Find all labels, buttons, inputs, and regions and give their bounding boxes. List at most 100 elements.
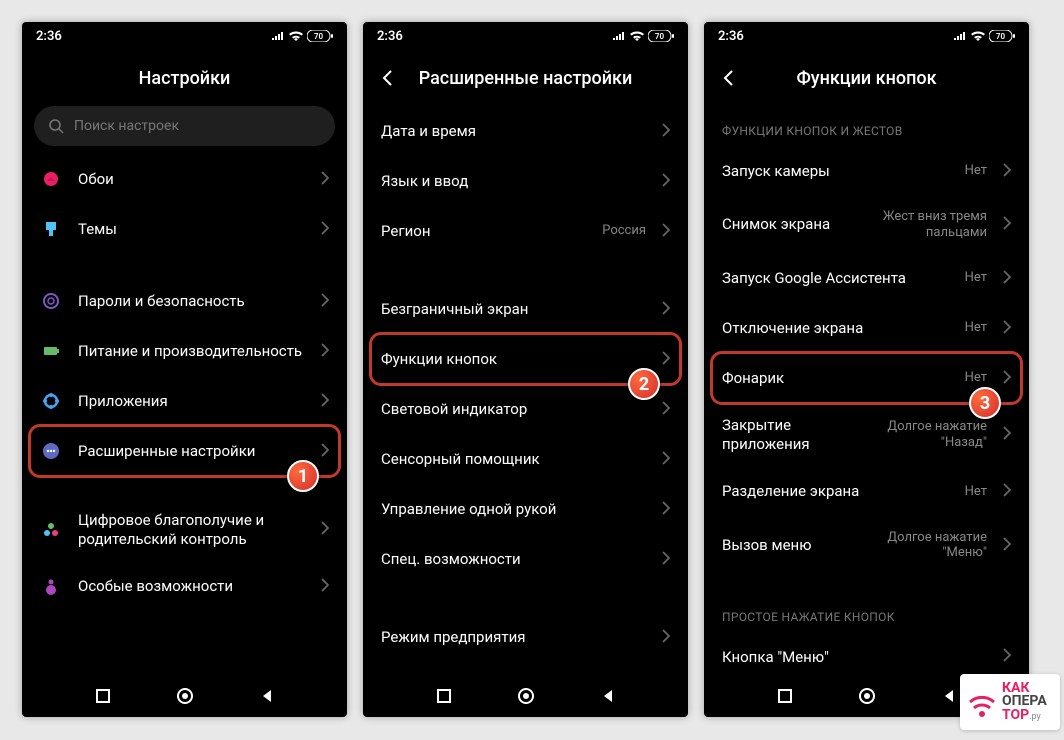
step-badge: 2: [628, 368, 660, 400]
nav-back[interactable]: [600, 688, 616, 704]
status-time: 2:36: [36, 29, 62, 44]
svg-text:70: 70: [655, 32, 665, 41]
signal-icon: [612, 31, 626, 41]
item-label: Снимок экрана: [722, 215, 851, 234]
wallpaper-icon: [40, 168, 62, 190]
header: Настройки: [22, 50, 347, 106]
settings-list: Дата и времяЯзык и вводРегионРоссия Безгр…: [363, 106, 688, 675]
list-item[interactable]: ФонарикНет3: [704, 353, 1029, 403]
apps-icon: [40, 390, 62, 412]
item-label: Вызов меню: [722, 536, 851, 555]
status-time: 2:36: [377, 29, 403, 44]
section-header: ПРОСТОЕ НАЖАТИЕ КНОПОК: [704, 592, 1029, 632]
list-item[interactable]: Функции кнопок2: [363, 334, 688, 384]
list-item[interactable]: Управление одной рукой: [363, 484, 688, 534]
item-label: Световой индикатор: [381, 400, 646, 419]
list-item[interactable]: Расширенные настройки1: [22, 426, 347, 476]
battery-icon: 70: [307, 30, 333, 42]
list-item[interactable]: Отключение экрана Нет: [704, 303, 1029, 353]
security-icon: [40, 290, 62, 312]
chevron-right-icon: [662, 400, 670, 419]
list-item[interactable]: Сенсорный помощник: [363, 434, 688, 484]
item-label: Фонарик: [722, 369, 949, 388]
status-bar: 2:36 70: [22, 22, 347, 50]
item-value: Долгое нажатие "Меню": [867, 530, 987, 561]
back-icon: [379, 69, 397, 87]
chevron-right-icon: [321, 292, 329, 311]
status-bar: 2:36 70: [704, 22, 1029, 50]
nav-recent[interactable]: [95, 688, 111, 704]
list-item[interactable]: Язык и ввод: [363, 156, 688, 206]
chevron-right-icon: [1003, 482, 1011, 501]
wellbeing-icon: [40, 519, 62, 541]
list-item[interactable]: Снимок экрана Жест вниз тремя пальцами: [704, 196, 1029, 253]
item-label: Управление одной рукой: [381, 500, 646, 519]
list-item[interactable]: Пароли и безопасность: [22, 276, 347, 326]
nav-home[interactable]: [858, 687, 876, 705]
status-icons: 70: [612, 30, 674, 42]
list-item[interactable]: Обои: [22, 154, 347, 204]
item-label: Расширенные настройки: [78, 442, 305, 461]
item-label: Спец. возможности: [381, 550, 646, 569]
item-value: Нет: [965, 320, 987, 336]
chevron-right-icon: [321, 170, 329, 189]
chevron-right-icon: [321, 442, 329, 461]
list-item[interactable]: РегионРоссия: [363, 206, 688, 256]
item-label: Регион: [381, 222, 586, 241]
nav-recent[interactable]: [777, 688, 793, 704]
chevron-right-icon: [1003, 369, 1011, 388]
chevron-right-icon: [662, 500, 670, 519]
nav-recent[interactable]: [436, 688, 452, 704]
step-badge: 3: [969, 387, 1001, 419]
search-icon: [48, 118, 64, 134]
search-placeholder: Поиск настроек: [74, 118, 179, 134]
page-title: Настройки: [139, 68, 231, 89]
status-icons: 70: [953, 30, 1015, 42]
nav-back[interactable]: [941, 688, 957, 704]
list-item[interactable]: Кнопка "Меню": [704, 632, 1029, 675]
chevron-right-icon: [1003, 536, 1011, 555]
back-button[interactable]: [718, 67, 740, 89]
list-item[interactable]: Особые возможности: [22, 562, 347, 612]
list-item[interactable]: Безграничный экран: [363, 284, 688, 334]
chevron-right-icon: [321, 392, 329, 411]
search-input[interactable]: Поиск настроек: [34, 106, 335, 146]
settings-list: ОбоиТемы Пароли и безопасностьПитание и п…: [22, 154, 347, 675]
status-time: 2:36: [718, 29, 744, 44]
status-icons: 70: [271, 30, 333, 42]
chevron-right-icon: [321, 220, 329, 239]
chevron-right-icon: [662, 222, 670, 241]
item-value: Жест вниз тремя пальцами: [867, 209, 987, 240]
list-item[interactable]: Запуск камерыНет: [704, 146, 1029, 196]
item-value: Нет: [965, 163, 987, 179]
chevron-right-icon: [662, 122, 670, 141]
nav-home[interactable]: [517, 687, 535, 705]
list-item[interactable]: Вызов меню Долгое нажатие "Меню": [704, 517, 1029, 574]
status-bar: 2:36 70: [363, 22, 688, 50]
phone-screen-2: 2:36 70 Расширенные настройки Дата и вре…: [363, 22, 688, 717]
list-item[interactable]: Темы: [22, 204, 347, 254]
list-item[interactable]: Запуск Google АссистентаНет: [704, 253, 1029, 303]
list-item[interactable]: Разделение экранаНет: [704, 467, 1029, 517]
item-label: Разделение экрана: [722, 482, 949, 501]
item-label: Кнопка "Меню": [722, 648, 987, 667]
list-item[interactable]: Спец. возможности: [363, 534, 688, 584]
item-label: Отключение экрана: [722, 319, 949, 338]
list-item[interactable]: Цифровое благополучие и родительский кон…: [22, 498, 347, 562]
chevron-right-icon: [1003, 215, 1011, 234]
phone-screen-3: 2:36 70 Функции кнопок ФУНКЦИИ КНОПОК И …: [704, 22, 1029, 717]
svg-text:70: 70: [314, 32, 324, 41]
item-label: Приложения: [78, 392, 305, 411]
advanced-icon: [40, 440, 62, 462]
section-header: ФУНКЦИИ КНОПОК И ЖЕСТОВ: [704, 106, 1029, 146]
svg-text:70: 70: [996, 32, 1006, 41]
list-item[interactable]: Приложения: [22, 376, 347, 426]
list-item[interactable]: Дата и время: [363, 106, 688, 156]
back-button[interactable]: [377, 67, 399, 89]
chevron-right-icon: [321, 342, 329, 361]
list-item[interactable]: Режим предприятия: [363, 612, 688, 662]
nav-home[interactable]: [176, 687, 194, 705]
list-item[interactable]: Питание и производительность: [22, 326, 347, 376]
nav-back[interactable]: [259, 688, 275, 704]
chevron-right-icon: [321, 577, 329, 596]
